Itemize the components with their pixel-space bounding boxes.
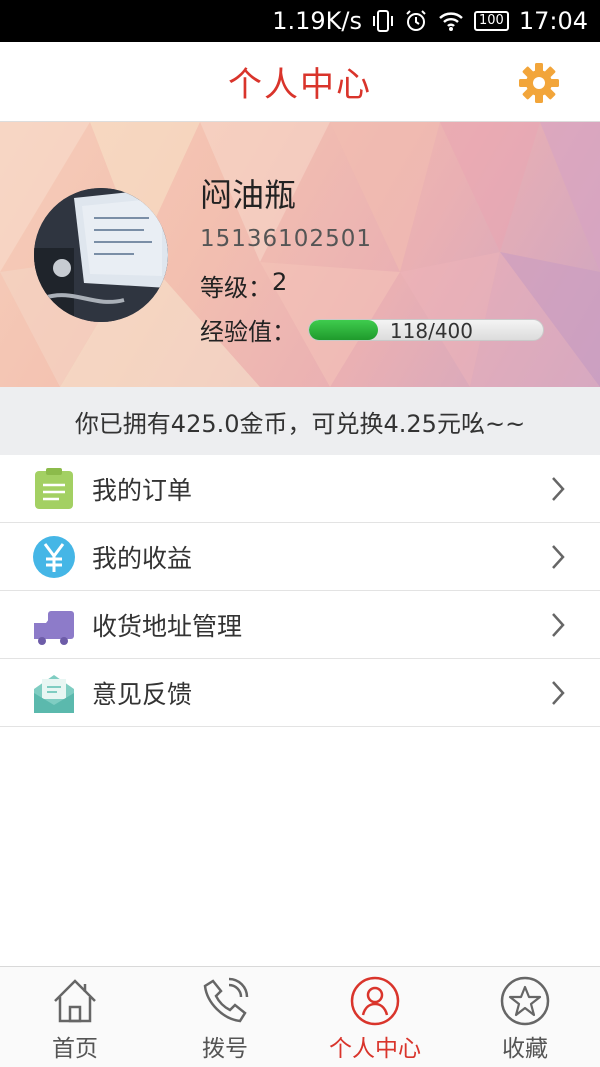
experience-row: 经验值： 118/400: [200, 312, 544, 347]
alarm-icon: [404, 9, 428, 33]
level-label: 等级：: [200, 274, 272, 302]
nav-dial[interactable]: 拨号: [150, 967, 300, 1067]
menu-item-label: 意见反馈: [92, 679, 193, 709]
chevron-right-icon: [552, 612, 565, 637]
gear-icon[interactable]: [518, 62, 560, 104]
network-speed: 1.19K/s: [272, 7, 362, 35]
avatar-image: [34, 188, 168, 322]
profile-banner: 闷油瓶 15136102501 等级： 2 经验值： 118/400: [0, 122, 600, 387]
nav-label: 收藏: [502, 1036, 548, 1062]
nav-label: 首页: [52, 1036, 98, 1062]
battery-level: 100: [479, 13, 504, 28]
wifi-icon: [438, 10, 464, 32]
battery-icon: 100: [474, 11, 509, 31]
mail-icon: [34, 674, 74, 713]
app-header: 个人中心: [0, 42, 600, 122]
nav-home[interactable]: 首页: [0, 967, 150, 1067]
vibrate-icon: [372, 9, 394, 33]
user-icon: [350, 976, 400, 1026]
experience-progress-bar: 118/400: [308, 318, 544, 341]
menu-item-orders[interactable]: 我的订单: [0, 455, 600, 523]
experience-progress-text: 118/400: [389, 318, 473, 341]
page-title: 个人中心: [228, 65, 372, 105]
menu-item-label: 收货地址管理: [92, 611, 243, 641]
clock: 17:04: [518, 7, 588, 35]
bottom-navigation: 首页 拨号 个人中心 收藏: [0, 966, 600, 1067]
menu-item-label: 我的订单: [92, 475, 193, 505]
menu-list: 我的订单 我的收益 收货地址管理 意见反馈: [0, 455, 600, 727]
nav-label: 个人中心: [329, 1036, 421, 1062]
clipboard-icon: [35, 467, 73, 509]
phone-icon: [203, 977, 249, 1023]
menu-item-feedback[interactable]: 意见反馈: [0, 659, 600, 727]
yen-icon: [33, 535, 75, 578]
exp-label: 经验值：: [200, 318, 296, 346]
chevron-right-icon: [552, 544, 565, 569]
coin-notice-text: 你已拥有425.0金币，可兑换4.25元吆~~: [74, 409, 526, 438]
avatar[interactable]: [34, 188, 168, 322]
menu-item-label: 我的收益: [92, 543, 193, 573]
truck-icon: [34, 610, 74, 645]
username: 闷油瓶: [200, 176, 297, 214]
menu-item-address[interactable]: 收货地址管理: [0, 591, 600, 659]
nav-label: 拨号: [202, 1036, 248, 1062]
nav-profile[interactable]: 个人中心: [300, 967, 450, 1067]
level-value: 2: [272, 268, 288, 296]
menu-item-earnings[interactable]: 我的收益: [0, 523, 600, 591]
chevron-right-icon: [552, 680, 565, 705]
chevron-right-icon: [552, 476, 565, 501]
status-bar: 1.19K/s 100 17:04: [0, 0, 600, 42]
level-row: 等级： 2: [200, 268, 287, 303]
star-icon: [500, 976, 550, 1026]
phone-number: 15136102501: [200, 226, 372, 252]
home-icon: [54, 979, 96, 1023]
nav-favorites[interactable]: 收藏: [450, 967, 600, 1067]
coin-notice: 你已拥有425.0金币，可兑换4.25元吆~~: [0, 387, 600, 455]
